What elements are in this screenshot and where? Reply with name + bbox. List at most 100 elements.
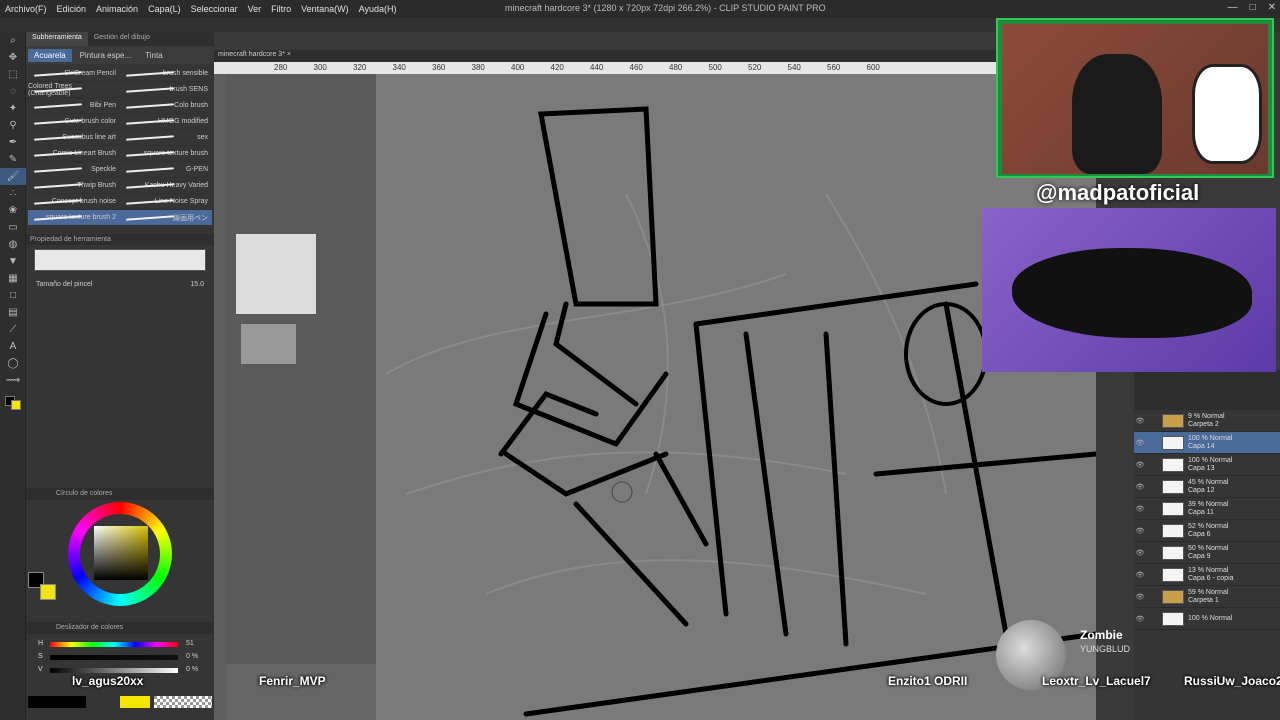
menu-ayuda[interactable]: Ayuda(H) — [354, 4, 402, 14]
brush-item[interactable]: HMGG modified — [120, 114, 212, 130]
menu-ver[interactable]: Ver — [243, 4, 267, 14]
layer-opacity: 13 % Normal — [1188, 566, 1229, 574]
color-swatch-icon[interactable] — [0, 389, 26, 413]
gradient-tool-icon[interactable]: ▦ — [0, 270, 26, 287]
visibility-eye-icon[interactable]: 👁 — [1134, 505, 1146, 513]
tab-gestion-dibujo[interactable]: Gestión del dibujo — [88, 32, 156, 46]
color-history-yellow[interactable] — [120, 696, 150, 708]
hue-slider[interactable] — [50, 642, 178, 647]
airbrush-tool-icon[interactable]: ∴ — [0, 185, 26, 202]
brush-item[interactable]: Cute brush color — [28, 114, 120, 130]
decoration-tool-icon[interactable]: ❀ — [0, 202, 26, 219]
saturation-slider[interactable] — [50, 655, 178, 660]
layer-lock-icon[interactable] — [1146, 503, 1158, 515]
visibility-eye-icon[interactable]: 👁 — [1134, 593, 1146, 601]
brush-item[interactable]: Colo brush — [120, 98, 212, 114]
color-history-transparent[interactable] — [154, 696, 212, 708]
maximize-button[interactable]: □ — [1250, 2, 1256, 13]
value-slider[interactable] — [50, 668, 178, 673]
tab-pintura-espesa[interactable]: Pintura espe... — [74, 49, 138, 62]
lasso-tool-icon[interactable]: ◌ — [0, 83, 26, 100]
document-tab[interactable]: minecraft hardcore 3* × — [214, 50, 1094, 62]
layer-row[interactable]: 👁 39 % Normal Capa 11 — [1134, 498, 1280, 520]
brush-item[interactable]: square texture brush 2 — [28, 210, 120, 226]
layer-lock-icon[interactable] — [1146, 437, 1158, 449]
layer-row[interactable]: 👁 13 % Normal Capa 6 - copia — [1134, 564, 1280, 586]
pencil-tool-icon[interactable]: ✎ — [0, 151, 26, 168]
layer-lock-icon[interactable] — [1146, 613, 1158, 625]
brush-item[interactable]: Kachu Heavy Varied — [120, 178, 212, 194]
brush-tool-icon[interactable]: 🖌 — [0, 168, 26, 185]
layer-lock-icon[interactable] — [1146, 591, 1158, 603]
blend-tool-icon[interactable]: ◍ — [0, 236, 26, 253]
menu-seleccionar[interactable]: Seleccionar — [186, 4, 243, 14]
brush-item[interactable]: SkiCream Pencil — [28, 66, 120, 82]
wand-tool-icon[interactable]: ✦ — [0, 100, 26, 117]
balloon-tool-icon[interactable]: ◯ — [0, 355, 26, 372]
correct-line-tool-icon[interactable]: ⟿ — [0, 372, 26, 389]
select-tool-icon[interactable]: ⬚ — [0, 66, 26, 83]
layer-row[interactable]: 👁 100 % Normal Capa 14 — [1134, 432, 1280, 454]
menu-ventana[interactable]: Ventana(W) — [296, 4, 354, 14]
text-tool-icon[interactable]: A — [0, 338, 26, 355]
brush-item[interactable]: Comic Lineart Brush — [28, 146, 120, 162]
visibility-eye-icon[interactable]: 👁 — [1134, 549, 1146, 557]
visibility-eye-icon[interactable]: 👁 — [1134, 483, 1146, 491]
pen-tool-icon[interactable]: ✒ — [0, 134, 26, 151]
move-tool-icon[interactable]: ✥ — [0, 49, 26, 66]
close-button[interactable]: ✕ — [1268, 2, 1276, 13]
brush-item[interactable]: G-PEN — [120, 162, 212, 178]
visibility-eye-icon[interactable]: 👁 — [1134, 417, 1146, 425]
brush-item[interactable]: Succubus line art — [28, 130, 120, 146]
layer-row[interactable]: 👁 59 % Normal Carpeta 1 — [1134, 586, 1280, 608]
fill-tool-icon[interactable]: ▼ — [0, 253, 26, 270]
visibility-eye-icon[interactable]: 👁 — [1134, 439, 1146, 447]
layer-lock-icon[interactable] — [1146, 547, 1158, 559]
brush-item[interactable]: square texture brush — [120, 146, 212, 162]
visibility-eye-icon[interactable]: 👁 — [1134, 527, 1146, 535]
menu-edicion[interactable]: Edición — [52, 4, 92, 14]
zoom-tool-icon[interactable]: ⌕ — [0, 32, 26, 49]
layer-lock-icon[interactable] — [1146, 569, 1158, 581]
background-color-swatch[interactable] — [40, 584, 56, 600]
ruler-tool-icon[interactable]: ⟋ — [0, 321, 26, 338]
layer-row[interactable]: 👁 100 % Normal — [1134, 608, 1280, 630]
tab-acuarela[interactable]: Acuarela — [28, 48, 72, 62]
menu-animacion[interactable]: Animación — [91, 4, 143, 14]
layer-lock-icon[interactable] — [1146, 415, 1158, 427]
brush-item[interactable]: brush SENS — [120, 82, 212, 98]
layer-row[interactable]: 👁 100 % Normal Capa 13 — [1134, 454, 1280, 476]
brush-size-value[interactable]: 15.0 — [190, 281, 204, 288]
layer-lock-icon[interactable] — [1146, 481, 1158, 493]
layer-row[interactable]: 👁 50 % Normal Capa 9 — [1134, 542, 1280, 564]
brush-item[interactable]: Colored Trees (Changeable) — [28, 82, 120, 98]
visibility-eye-icon[interactable]: 👁 — [1134, 571, 1146, 579]
layer-row[interactable]: 👁 52 % Normal Capa 6 — [1134, 520, 1280, 542]
minimize-button[interactable]: — — [1228, 2, 1238, 13]
layer-row[interactable]: 👁 45 % Normal Capa 12 — [1134, 476, 1280, 498]
color-square[interactable] — [94, 526, 148, 580]
layer-row[interactable]: 👁 9 % Normal Carpeta 2 — [1134, 410, 1280, 432]
brush-item[interactable]: 線画用ペン — [120, 210, 212, 226]
menu-filtro[interactable]: Filtro — [266, 4, 296, 14]
color-history-black[interactable] — [28, 696, 86, 708]
frame-tool-icon[interactable]: ▤ — [0, 304, 26, 321]
brush-item[interactable]: Thwip Brush — [28, 178, 120, 194]
tab-tinta[interactable]: Tinta — [139, 49, 169, 62]
menu-capa[interactable]: Capa(L) — [143, 4, 186, 14]
brush-item[interactable]: sex — [120, 130, 212, 146]
figure-tool-icon[interactable]: □ — [0, 287, 26, 304]
layer-lock-icon[interactable] — [1146, 525, 1158, 537]
brush-item[interactable]: Concept brush noise — [28, 194, 120, 210]
tab-subherramienta[interactable]: Subherramienta — [26, 32, 88, 46]
eraser-tool-icon[interactable]: ▭ — [0, 219, 26, 236]
sketch-canvas[interactable] — [226, 74, 1096, 720]
layer-lock-icon[interactable] — [1146, 459, 1158, 471]
brush-item[interactable]: Speckle — [28, 162, 120, 178]
brush-item[interactable]: brush sensible — [120, 66, 212, 82]
menu-archivo[interactable]: Archivo(F) — [0, 4, 52, 14]
brush-item[interactable]: Line Noise Spray — [120, 194, 212, 210]
brush-item[interactable]: Bibi Pen — [28, 98, 120, 114]
eyedropper-tool-icon[interactable]: ⚲ — [0, 117, 26, 134]
visibility-eye-icon[interactable]: 👁 — [1134, 461, 1146, 469]
